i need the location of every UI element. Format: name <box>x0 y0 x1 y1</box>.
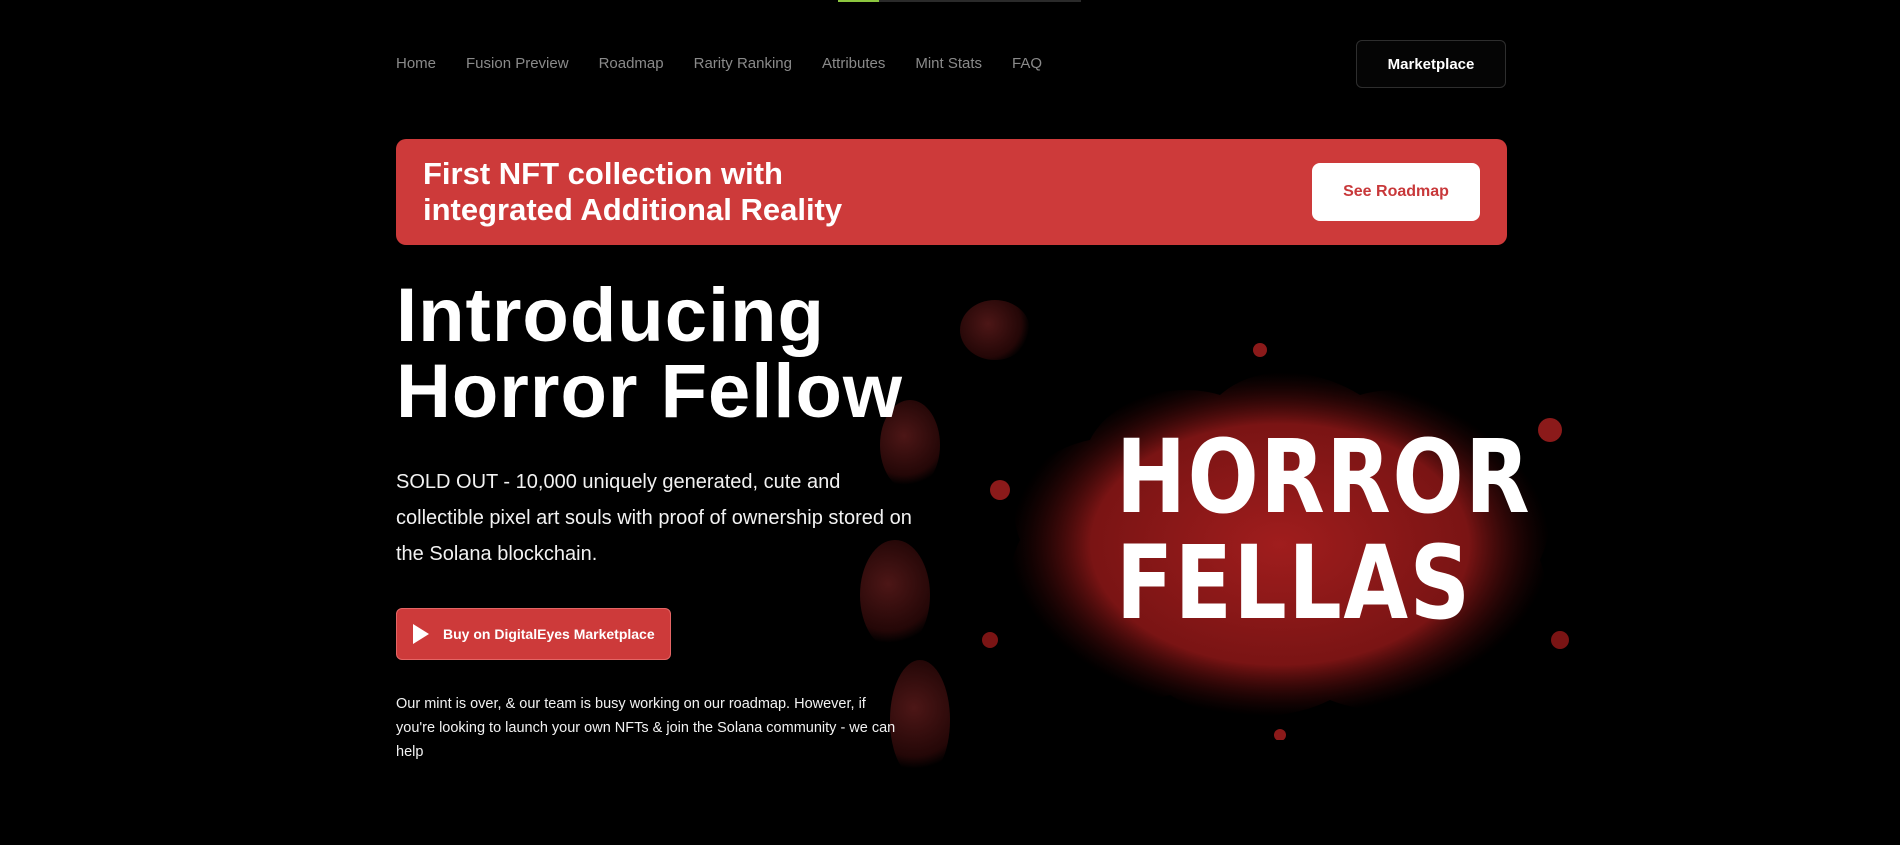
scroll-progress-bar <box>838 0 1081 2</box>
hero-title-line-1: Introducing <box>396 273 825 358</box>
buy-button-label: Buy on DigitalEyes Marketplace <box>443 626 655 642</box>
mint-status-note: Our mint is over, & our team is busy wor… <box>396 696 896 760</box>
nav-item-faq[interactable]: FAQ <box>1012 55 1042 72</box>
banner-line-1: First NFT collection with <box>423 156 783 191</box>
hero-title-line-2: Horror Fellow <box>396 349 904 434</box>
play-icon <box>413 624 429 644</box>
main-nav: Home Fusion Preview Roadmap Rarity Ranki… <box>396 55 1072 72</box>
nav-item-mint-stats[interactable]: Mint Stats <box>915 55 982 72</box>
horror-fellas-artwork: HORROR FELLAS <box>860 280 1620 810</box>
announcement-banner: First NFT collection with integrated Add… <box>396 139 1507 245</box>
banner-headline: First NFT collection with integrated Add… <box>423 156 943 228</box>
worm-decoration-4 <box>890 660 950 780</box>
logo-line-2: FELLAS <box>1116 524 1472 643</box>
hero-description: SOLD OUT - 10,000 uniquely generated, cu… <box>396 471 912 565</box>
nav-item-attributes[interactable]: Attributes <box>822 55 885 72</box>
nav-item-fusion-preview[interactable]: Fusion Preview <box>466 55 569 72</box>
marketplace-button[interactable]: Marketplace <box>1356 40 1506 88</box>
nav-item-rarity-ranking[interactable]: Rarity Ranking <box>694 55 792 72</box>
nav-item-home[interactable]: Home <box>396 55 436 72</box>
hero-title: Introducing Horror Fellow <box>396 278 996 430</box>
buy-digitaleyes-button[interactable]: Buy on DigitalEyes Marketplace <box>396 608 671 660</box>
see-roadmap-button[interactable]: See Roadmap <box>1312 163 1480 221</box>
banner-line-2: integrated Additional Reality <box>423 192 843 227</box>
nav-item-roadmap[interactable]: Roadmap <box>599 55 664 72</box>
scroll-progress-fill <box>838 0 880 2</box>
logo-line-1: HORROR <box>1116 418 1532 537</box>
horror-fellas-logo: HORROR FELLAS <box>1116 418 1532 643</box>
